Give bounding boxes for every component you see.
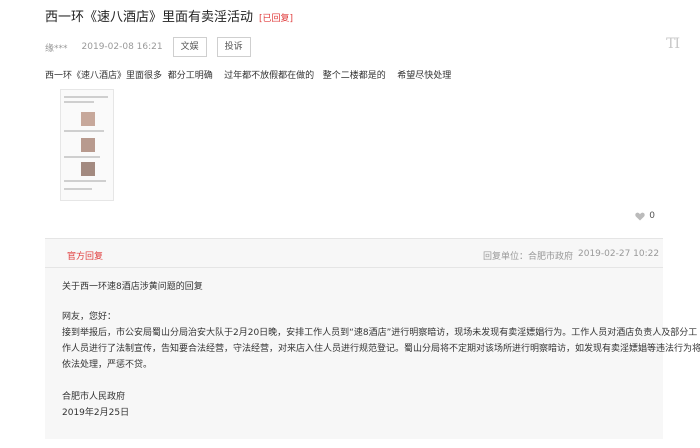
thumb-line bbox=[64, 180, 106, 182]
post-content: 西一环《速八酒店》里面很多 都分工明确 过年都不放假都在做的 整个二楼都是的 希… bbox=[45, 71, 452, 81]
thumb-line bbox=[64, 130, 104, 132]
attachment-thumbnail[interactable] bbox=[60, 89, 114, 201]
thumb-line bbox=[64, 156, 100, 158]
reply-time: 2019-02-27 10:22 bbox=[578, 249, 660, 259]
reply-body-line: 依法处理，严惩不贷。 bbox=[62, 360, 153, 370]
reply-body-line: 接到举报后，市公安局蜀山分局治安大队于2月20日晚，安排工作人员到“速8酒店”进… bbox=[62, 328, 698, 338]
complaint-button[interactable]: 投诉 bbox=[216, 37, 251, 57]
post-header: 西一环《速八酒店》里面有卖淫活动 [已回复] bbox=[45, 6, 293, 25]
reply-date: 2019年2月25日 bbox=[62, 408, 130, 418]
official-reply-label: 官方回复 bbox=[67, 252, 104, 262]
page-title: 西一环《速八酒店》里面有卖淫活动 bbox=[45, 10, 254, 25]
reply-body-line: 作人员进行了法制宣传，告知要合法经营，守法经营，对来店入住人员进行规范登记。蜀山… bbox=[62, 344, 700, 354]
reply-header: 官方回复 回复单位：合肥市政府 2019-02-27 10:22 bbox=[45, 239, 663, 268]
thumb-photo bbox=[81, 138, 95, 152]
thumb-line bbox=[64, 96, 108, 98]
reply-signature: 合肥市人民政府 bbox=[62, 392, 126, 402]
thumb-photo bbox=[81, 112, 95, 126]
post-meta: 缘*** 2019-02-08 16:21 文娱 投诉 bbox=[45, 37, 251, 57]
reply-unit: 回复单位：合肥市政府 bbox=[483, 252, 574, 262]
thumb-line bbox=[64, 101, 94, 103]
reply-greeting: 网友，您好： bbox=[62, 312, 117, 322]
post-time: 2019-02-08 16:21 bbox=[81, 42, 163, 52]
heart-icon bbox=[635, 212, 645, 220]
author-name: 缘*** bbox=[45, 43, 68, 54]
thumb-line bbox=[64, 188, 92, 190]
status-badge: [已回复] bbox=[259, 14, 294, 24]
article-button[interactable]: 文娱 bbox=[172, 37, 207, 57]
font-size-icon[interactable]: TI bbox=[666, 36, 680, 52]
reply-subject: 关于西一环速8酒店涉黄问题的回复 bbox=[62, 282, 203, 292]
like-button[interactable]: 0 bbox=[635, 211, 655, 221]
thumb-photo bbox=[81, 162, 95, 176]
like-count: 0 bbox=[649, 211, 655, 221]
official-reply-panel: 官方回复 回复单位：合肥市政府 2019-02-27 10:22 关于西一环速8… bbox=[45, 238, 700, 439]
